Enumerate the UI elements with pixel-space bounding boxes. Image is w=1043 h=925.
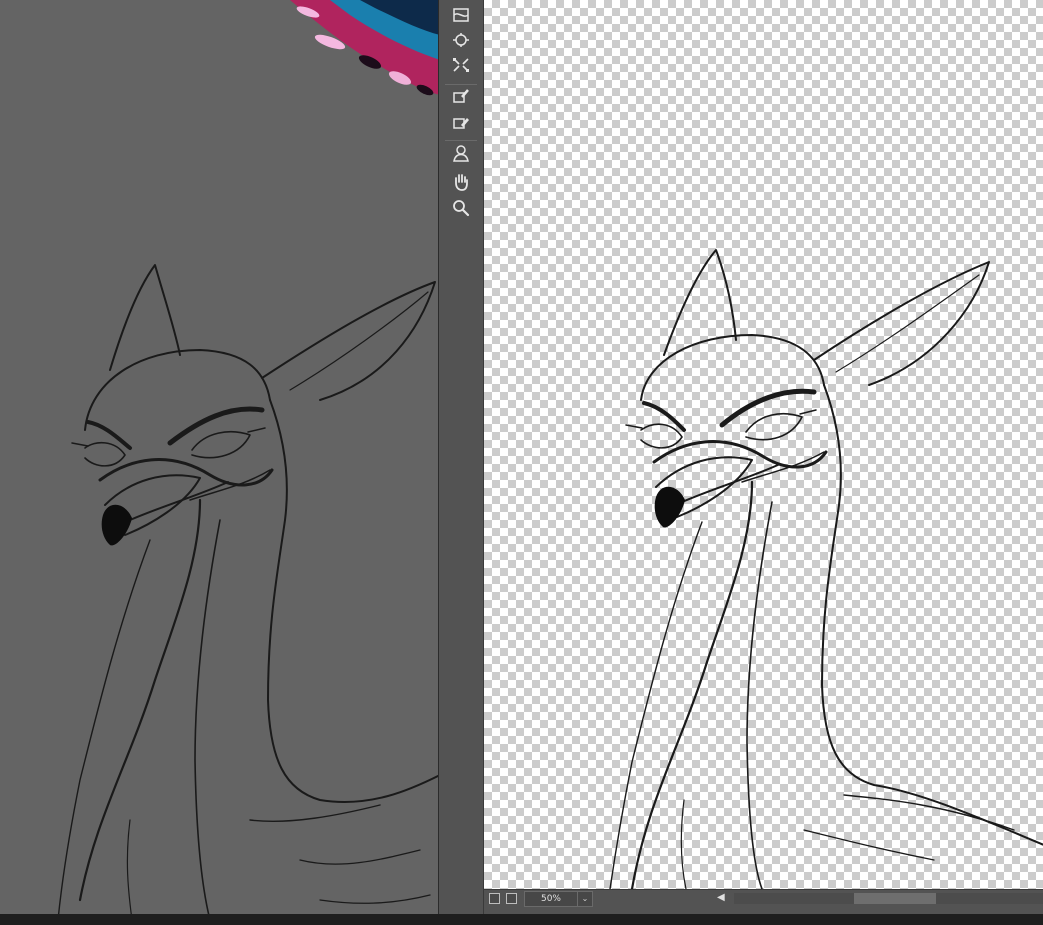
toolbar-separator [445, 140, 477, 141]
warp-tool-button[interactable] [449, 6, 473, 28]
tool-palette [439, 0, 484, 914]
feather-artwork-corner [290, 0, 440, 96]
scroll-left-arrow-icon[interactable]: ◀ [717, 892, 731, 904]
freeze-mask-icon [452, 88, 470, 108]
background-document-canvas [0, 0, 440, 925]
bird-sketch-background [57, 0, 440, 921]
hand-icon [452, 173, 470, 195]
hand-tool-button[interactable] [449, 173, 473, 195]
window-bottom-edge [0, 914, 1043, 925]
reconstruct-tool-button[interactable] [449, 31, 473, 53]
zoom-icon [452, 199, 470, 221]
face-icon [452, 144, 470, 166]
mask-preview-toggle[interactable] [489, 893, 500, 904]
info-toggle[interactable] [506, 893, 517, 904]
face-tool-button[interactable] [449, 144, 473, 166]
warp-icon [452, 7, 470, 27]
horizontal-scrollbar[interactable] [734, 893, 1043, 904]
zoom-dropdown-button[interactable]: ⌄ [577, 891, 593, 907]
zoom-tool-button[interactable] [449, 199, 473, 221]
bird-sketch-preview [609, 249, 1043, 889]
zoom-level-field[interactable]: 50% [524, 891, 578, 907]
liquify-panel: 50% ⌄ ◀ [438, 0, 1043, 914]
reconstruct-icon [452, 32, 470, 52]
liquify-preview-canvas[interactable] [484, 0, 1043, 889]
freeze-mask-tool-button[interactable] [449, 87, 473, 109]
pucker-tool-button[interactable] [449, 56, 473, 78]
status-bar: 50% ⌄ ◀ [484, 889, 1043, 908]
toolbar-separator [445, 84, 477, 85]
pucker-icon [452, 57, 470, 77]
thaw-mask-tool-button[interactable] [449, 113, 473, 135]
scrollbar-thumb[interactable] [854, 893, 936, 904]
thaw-mask-icon [452, 114, 470, 134]
